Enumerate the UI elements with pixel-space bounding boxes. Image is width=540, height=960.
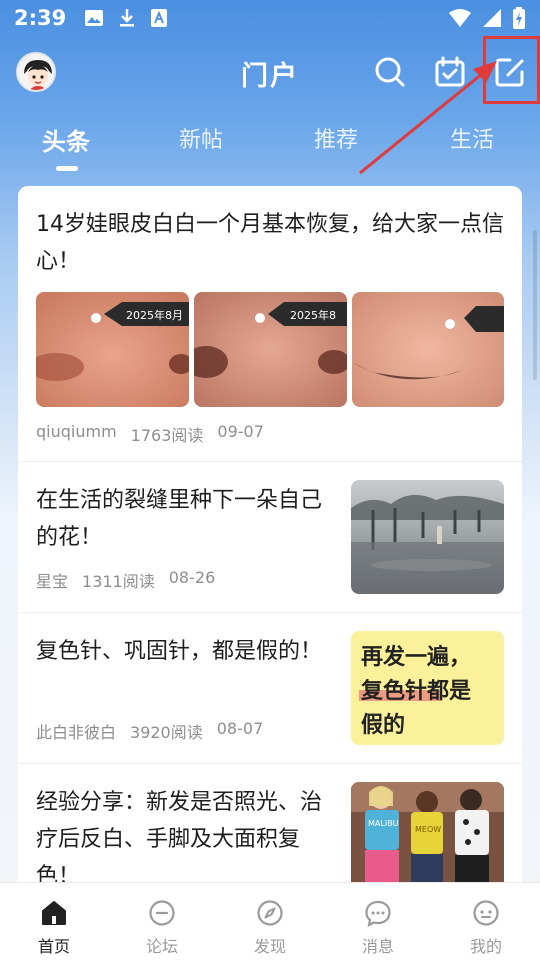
search-button[interactable] bbox=[372, 54, 408, 90]
post-date: 08-26 bbox=[168, 568, 216, 587]
photo-rainy-street-icon bbox=[351, 480, 504, 594]
battery-charging-icon bbox=[513, 7, 525, 29]
post-title[interactable]: 经验分享：新发是否照光、治疗后反白、手脚及大面积复色！ bbox=[36, 784, 336, 886]
user-avatar[interactable] bbox=[16, 52, 56, 92]
post-image-2[interactable]: 2025年8 bbox=[194, 292, 347, 407]
post-item-2[interactable]: 在生活的裂缝里种下一朵自己的花！ 星宝 1311阅读 08-26 bbox=[18, 462, 522, 613]
photo-skin-closeup-icon: 2025年8 bbox=[194, 292, 347, 407]
post-image-1[interactable]: 2025年8月 bbox=[36, 292, 189, 407]
forum-icon bbox=[149, 900, 175, 926]
top-app-bar: 门户 bbox=[0, 40, 540, 104]
tab-life[interactable]: 生活 bbox=[450, 122, 494, 154]
post-author[interactable]: qiuqiumm bbox=[36, 422, 117, 446]
photo-skin-closeup-icon: 2025年8月 bbox=[36, 292, 189, 407]
checkin-calendar-button[interactable] bbox=[432, 54, 468, 90]
compass-icon bbox=[257, 900, 283, 926]
post-thumbnail[interactable] bbox=[351, 480, 504, 594]
tab-recommended[interactable]: 推荐 bbox=[314, 122, 358, 154]
post-thumbnail[interactable]: 再发一遍， 复色针都是 假的 bbox=[351, 631, 504, 745]
app-notification-icon bbox=[151, 9, 168, 27]
post-meta: 星宝 1311阅读 08-26 bbox=[36, 568, 215, 592]
post-read-count: 3920阅读 bbox=[130, 723, 203, 742]
nav-discover[interactable]: 发现 bbox=[216, 883, 324, 960]
post-meta: qiuqiumm 1763阅读 09-07 bbox=[36, 422, 264, 446]
post-read-count: 1763阅读 bbox=[130, 426, 204, 445]
nav-label: 发现 bbox=[253, 937, 286, 956]
category-tabs: 头条 新帖 推荐 生活 bbox=[0, 112, 540, 172]
nav-forum[interactable]: 论坛 bbox=[108, 883, 216, 960]
nav-label: 论坛 bbox=[145, 937, 178, 956]
post-author[interactable]: 此白非彼白 bbox=[36, 719, 116, 743]
download-notification-icon bbox=[120, 9, 135, 27]
shirt-text-1: MALIBU bbox=[368, 819, 399, 828]
post-date: 09-07 bbox=[217, 422, 264, 441]
post-image-3[interactable] bbox=[352, 292, 504, 407]
cellular-signal-icon bbox=[483, 9, 501, 27]
nav-label: 消息 bbox=[361, 937, 394, 956]
feed-scrollbar[interactable] bbox=[533, 230, 537, 380]
post-read-count: 1311阅读 bbox=[82, 572, 155, 591]
image-watermark-2: 2025年8 bbox=[290, 308, 336, 322]
image-watermark-1: 2025年8月 bbox=[126, 308, 183, 322]
search-icon bbox=[375, 57, 405, 87]
post-author[interactable]: 星宝 bbox=[36, 568, 68, 592]
shirt-text-2: MEOW bbox=[415, 825, 441, 834]
post-item-1[interactable]: 14岁娃眼皮白白一个月基本恢复，给大家一点信心！ 2025年8月 2025年8 bbox=[18, 186, 522, 462]
post-feed[interactable]: 14岁娃眼皮白白一个月基本恢复，给大家一点信心！ 2025年8月 2025年8 bbox=[18, 186, 522, 886]
tab-new-posts[interactable]: 新帖 bbox=[179, 122, 223, 154]
post-thumbnail[interactable]: MALIBU MEOW bbox=[351, 782, 504, 886]
compose-post-button[interactable] bbox=[492, 54, 528, 90]
wifi-icon bbox=[449, 9, 471, 27]
thumbnail-text: 再发一遍， 复色针都是 假的 bbox=[359, 645, 472, 738]
cartoon-avatar-icon bbox=[18, 54, 54, 90]
profile-icon bbox=[473, 900, 499, 926]
post-title[interactable]: 14岁娃眼皮白白一个月基本恢复，给大家一点信心！ bbox=[36, 206, 506, 280]
status-time: 2:39 bbox=[14, 6, 67, 30]
nav-profile[interactable]: 我的 bbox=[432, 883, 540, 960]
edit-icon bbox=[495, 58, 524, 87]
photo-eye-closeup-icon bbox=[352, 292, 504, 407]
nav-label: 首页 bbox=[37, 937, 70, 956]
home-icon bbox=[42, 901, 66, 925]
active-tab-indicator bbox=[56, 166, 78, 171]
post-item-4[interactable]: 经验分享：新发是否照光、治疗后反白、手脚及大面积复色！ MALIBU MEOW bbox=[18, 764, 522, 886]
nav-label: 我的 bbox=[469, 937, 502, 956]
status-bar: 2:39 bbox=[0, 0, 540, 36]
post-title[interactable]: 在生活的裂缝里种下一朵自己的花！ bbox=[36, 482, 336, 556]
nav-messages[interactable]: 消息 bbox=[324, 883, 432, 960]
post-meta: 此白非彼白 3920阅读 08-07 bbox=[36, 719, 263, 743]
post-date: 08-07 bbox=[216, 719, 264, 738]
bottom-navigation: 首页 论坛 发现 消息 我的 bbox=[0, 882, 540, 960]
nav-home[interactable]: 首页 bbox=[0, 883, 108, 960]
post-item-3[interactable]: 复色针、巩固针，都是假的！ 此白非彼白 3920阅读 08-07 再发一遍， 复… bbox=[18, 613, 522, 764]
image-notification-icon bbox=[85, 10, 104, 26]
calendar-check-icon bbox=[435, 56, 465, 87]
message-icon bbox=[365, 900, 391, 927]
tab-headlines[interactable]: 头条 bbox=[42, 122, 90, 157]
post-title[interactable]: 复色针、巩固针，都是假的！ bbox=[36, 633, 336, 670]
photo-dolls-icon: MALIBU MEOW bbox=[351, 782, 504, 886]
